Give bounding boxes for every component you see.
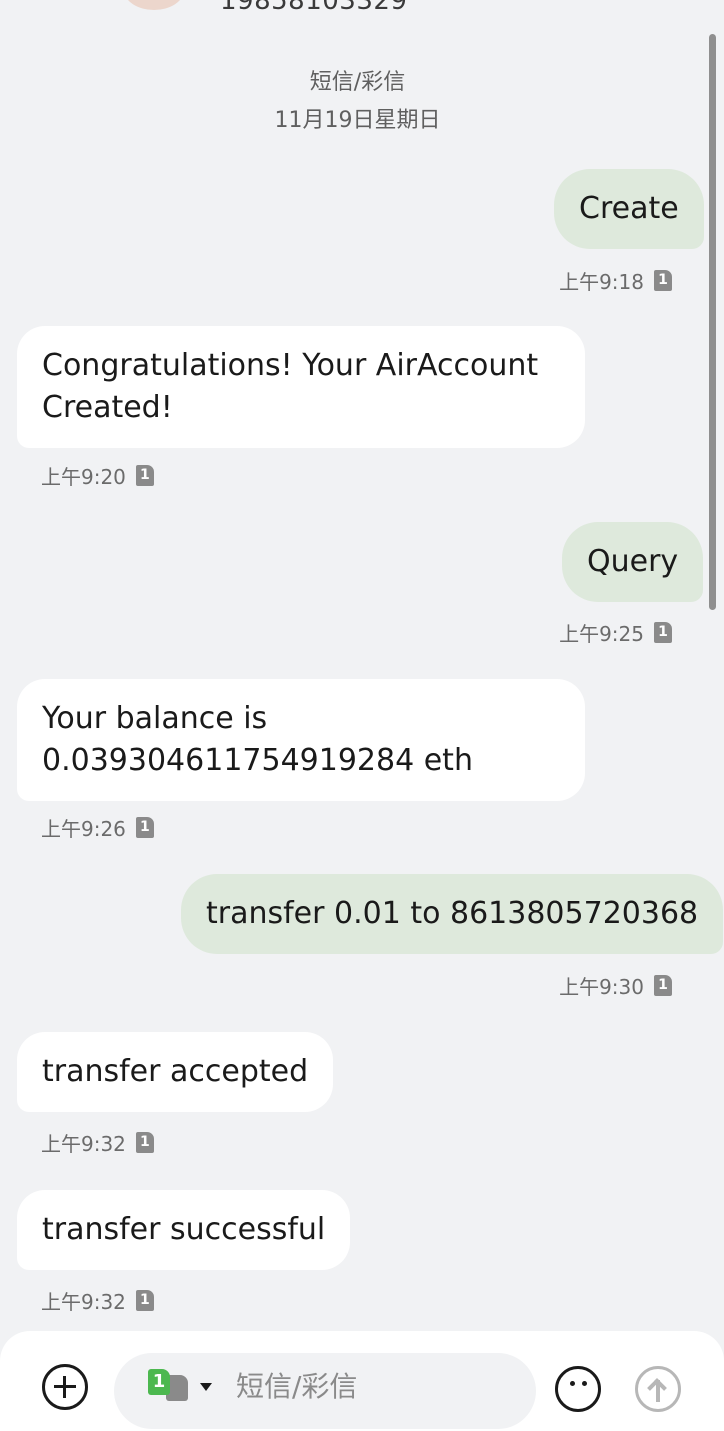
message-meta: 上午9:18 1 bbox=[559, 266, 672, 295]
message-text: transfer 0.01 to 8613805720368 bbox=[206, 896, 699, 931]
message-time: 上午9:32 bbox=[41, 1290, 126, 1314]
message-time: 上午9:30 bbox=[559, 975, 644, 999]
message-meta: 上午9:32 1 bbox=[41, 1286, 154, 1315]
message-time: 上午9:20 bbox=[41, 465, 126, 489]
message-meta: 上午9:25 1 bbox=[559, 618, 672, 647]
message-time: 上午9:26 bbox=[41, 817, 126, 841]
sim-1-icon: 1 bbox=[148, 1369, 170, 1395]
sim-selector-button[interactable]: 1 bbox=[148, 1369, 216, 1401]
message-text: Your balance is 0.039304611754919284 eth bbox=[42, 701, 473, 778]
emoji-eye-icon bbox=[582, 1381, 587, 1386]
sim-card-icon: 1 bbox=[654, 270, 672, 291]
message-text: transfer successful bbox=[42, 1212, 326, 1247]
sim-card-icon: 1 bbox=[654, 975, 672, 996]
date-label: 11月19日星期日 bbox=[274, 108, 441, 133]
message-text: Create bbox=[579, 191, 679, 226]
message-text: Congratulations! Your AirAccount Created… bbox=[42, 348, 539, 425]
message-text: transfer accepted bbox=[42, 1054, 309, 1089]
message-meta: 上午9:30 1 bbox=[559, 971, 672, 1000]
add-attachment-button[interactable] bbox=[42, 1364, 88, 1410]
message-meta: 上午9:32 1 bbox=[41, 1128, 154, 1157]
message-input[interactable]: 1 短信/彩信 bbox=[114, 1353, 536, 1429]
message-bubble-outgoing[interactable]: Create bbox=[554, 169, 704, 249]
chevron-down-icon bbox=[200, 1383, 212, 1391]
contact-avatar[interactable] bbox=[124, 0, 184, 10]
message-input-placeholder: 短信/彩信 bbox=[236, 1370, 358, 1403]
channel-label: 短信/彩信 bbox=[309, 70, 406, 95]
conversation-header: 19858103329 bbox=[0, 0, 724, 30]
message-bubble-outgoing[interactable]: Query bbox=[562, 522, 704, 602]
contact-phone-number[interactable]: 19858103329 bbox=[220, 0, 407, 16]
emoji-button[interactable] bbox=[555, 1366, 601, 1412]
message-time: 上午9:25 bbox=[559, 622, 644, 646]
message-time: 上午9:32 bbox=[41, 1132, 126, 1156]
send-button[interactable] bbox=[635, 1366, 681, 1412]
message-time: 上午9:18 bbox=[559, 270, 644, 294]
message-text: Query bbox=[587, 544, 679, 579]
sim-card-icon: 1 bbox=[135, 1132, 154, 1153]
sim-card-icon: 1 bbox=[654, 622, 672, 643]
sim-card-icon: 1 bbox=[135, 1290, 154, 1311]
message-bubble-incoming[interactable]: transfer accepted bbox=[17, 1032, 334, 1112]
message-meta: 上午9:20 1 bbox=[41, 461, 154, 490]
emoji-eye-icon bbox=[570, 1381, 575, 1386]
message-meta: 上午9:26 1 bbox=[41, 813, 154, 842]
message-bubble-incoming[interactable]: Congratulations! Your AirAccount Created… bbox=[17, 326, 585, 448]
sim-card-icon: 1 bbox=[135, 817, 154, 838]
message-bubble-incoming[interactable]: Your balance is 0.039304611754919284 eth bbox=[17, 679, 585, 801]
composer-bar: 1 短信/彩信 bbox=[0, 1331, 724, 1431]
message-bubble-outgoing[interactable]: transfer 0.01 to 8613805720368 bbox=[181, 874, 724, 954]
sim-card-icon: 1 bbox=[135, 465, 154, 486]
date-separator: 短信/彩信 11月19日星期日 bbox=[0, 64, 715, 140]
message-bubble-incoming[interactable]: transfer successful bbox=[17, 1190, 351, 1270]
